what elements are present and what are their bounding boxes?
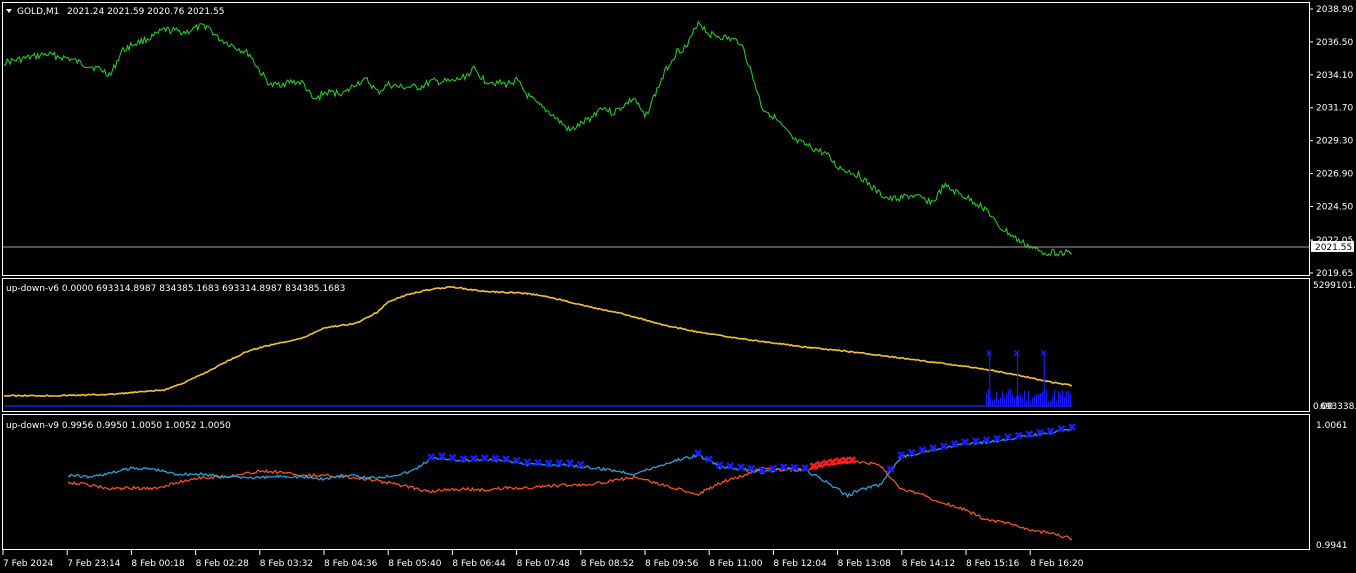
time-tick-label: 8 Feb 06:44 [452,559,506,569]
up-down-v9-blue-marker [961,438,970,446]
price-tick-label: 2024.50 [1316,202,1353,212]
time-tick-label: 8 Feb 16:20 [1030,559,1084,569]
up-down-v9-blue-marker [993,434,1002,443]
symbol-label: GOLD,M1 [17,7,59,17]
up-down-v6-line [3,285,1073,398]
up-down-v6-header: up-down-v6 0.0000 693314.8987 834385.168… [6,284,345,294]
up-down-v9-plot [67,423,1076,541]
price-tick-label: 2026.90 [1316,170,1353,180]
up-down-v9-blue-marker [523,458,532,466]
time-tick-label: 8 Feb 15:16 [966,559,1020,569]
up-down-v9-orange-line [67,459,1073,541]
current-price-label: 2021.55 [1315,243,1352,253]
time-tick-label: 7 Feb 23:14 [67,559,121,569]
up-down-v9-header: up-down-v9 0.9956 0.9950 1.0050 1.0052 1… [6,421,231,431]
time-tick-label: 8 Feb 03:32 [260,559,313,569]
chart-canvas: xxx 2038.902036.502034.102031.702029.302… [2,2,1356,569]
up-down-v9-axis: 1.0061 0.9941 [1316,421,1348,551]
up-down-v9-blue-marker [939,442,948,450]
time-tick-label: 8 Feb 07:48 [517,559,571,569]
up-down-v6-marker: x [1040,348,1047,359]
time-tick-label: 8 Feb 00:18 [131,559,185,569]
time-tick-label: 8 Feb 13:08 [838,559,892,569]
up-down-v9-blue-marker [448,453,457,462]
up-down-v9-blue-marker [470,454,478,463]
up-down-v6-plot: xxx [3,285,1073,407]
ohlc-readout: 2021.24 2021.59 2020.76 2021.55 [67,7,224,17]
time-tick-label: 8 Feb 11:00 [709,559,763,569]
up-down-v6-axis: 5299101.90.00693338.1 [1313,281,1356,412]
chart-menu-triangle-icon[interactable] [6,9,12,13]
price-tick-label: 2029.30 [1316,137,1353,147]
time-tick-label: 8 Feb 04:36 [324,559,378,569]
time-tick-label: 8 Feb 14:12 [902,559,955,569]
time-tick-label: 8 Feb 05:40 [388,559,442,569]
time-tick-label: 8 Feb 12:04 [773,559,827,569]
price-tick-label: 2034.10 [1316,71,1353,81]
price-tick-label: 2038.90 [1316,5,1353,15]
up-down-v6-tick-top: 5299101.9 [1313,281,1356,291]
up-down-v9-blue-marker [907,448,916,457]
time-tick-label: 8 Feb 09:56 [645,559,699,569]
up-down-v9-blue-marker [1014,431,1023,440]
price-axis: 2038.90 2036.50 2034.10 2031.70 2029.30 2026.… [1309,5,1353,279]
up-down-v9-tick-top: 1.0061 [1316,421,1348,431]
up-down-v9-tick-bottom: 0.9941 [1316,541,1348,551]
price-tick-label: 2031.70 [1316,104,1353,114]
price-tick-label: 2019.65 [1316,269,1353,279]
time-tick-label: 8 Feb 02:28 [196,559,250,569]
price-plot [3,19,1073,257]
time-tick-label: 8 Feb 08:52 [581,559,634,569]
price-tick-label: 2036.50 [1316,38,1353,48]
time-tick-label: 7 Feb 2024 [3,559,54,569]
indicator1-panel-frame [2,278,1310,412]
indicator2-panel-frame [2,414,1310,550]
main-panel-frame [2,2,1310,276]
price-series-line [3,19,1073,257]
time-axis: 7 Feb 2024 7 Feb 23:14 8 Feb 00:18 8 Feb 02… [2,550,1084,569]
up-down-v9-blue-marker [576,460,585,469]
up-down-v6-marker: x [1014,348,1021,359]
up-down-v6-marker: x [986,348,993,359]
up-down-v9-blue-marker [737,463,745,471]
up-down-v6-tick-bottom: 693338.1 [1320,402,1356,412]
up-down-v9-blue-marker [982,436,991,444]
